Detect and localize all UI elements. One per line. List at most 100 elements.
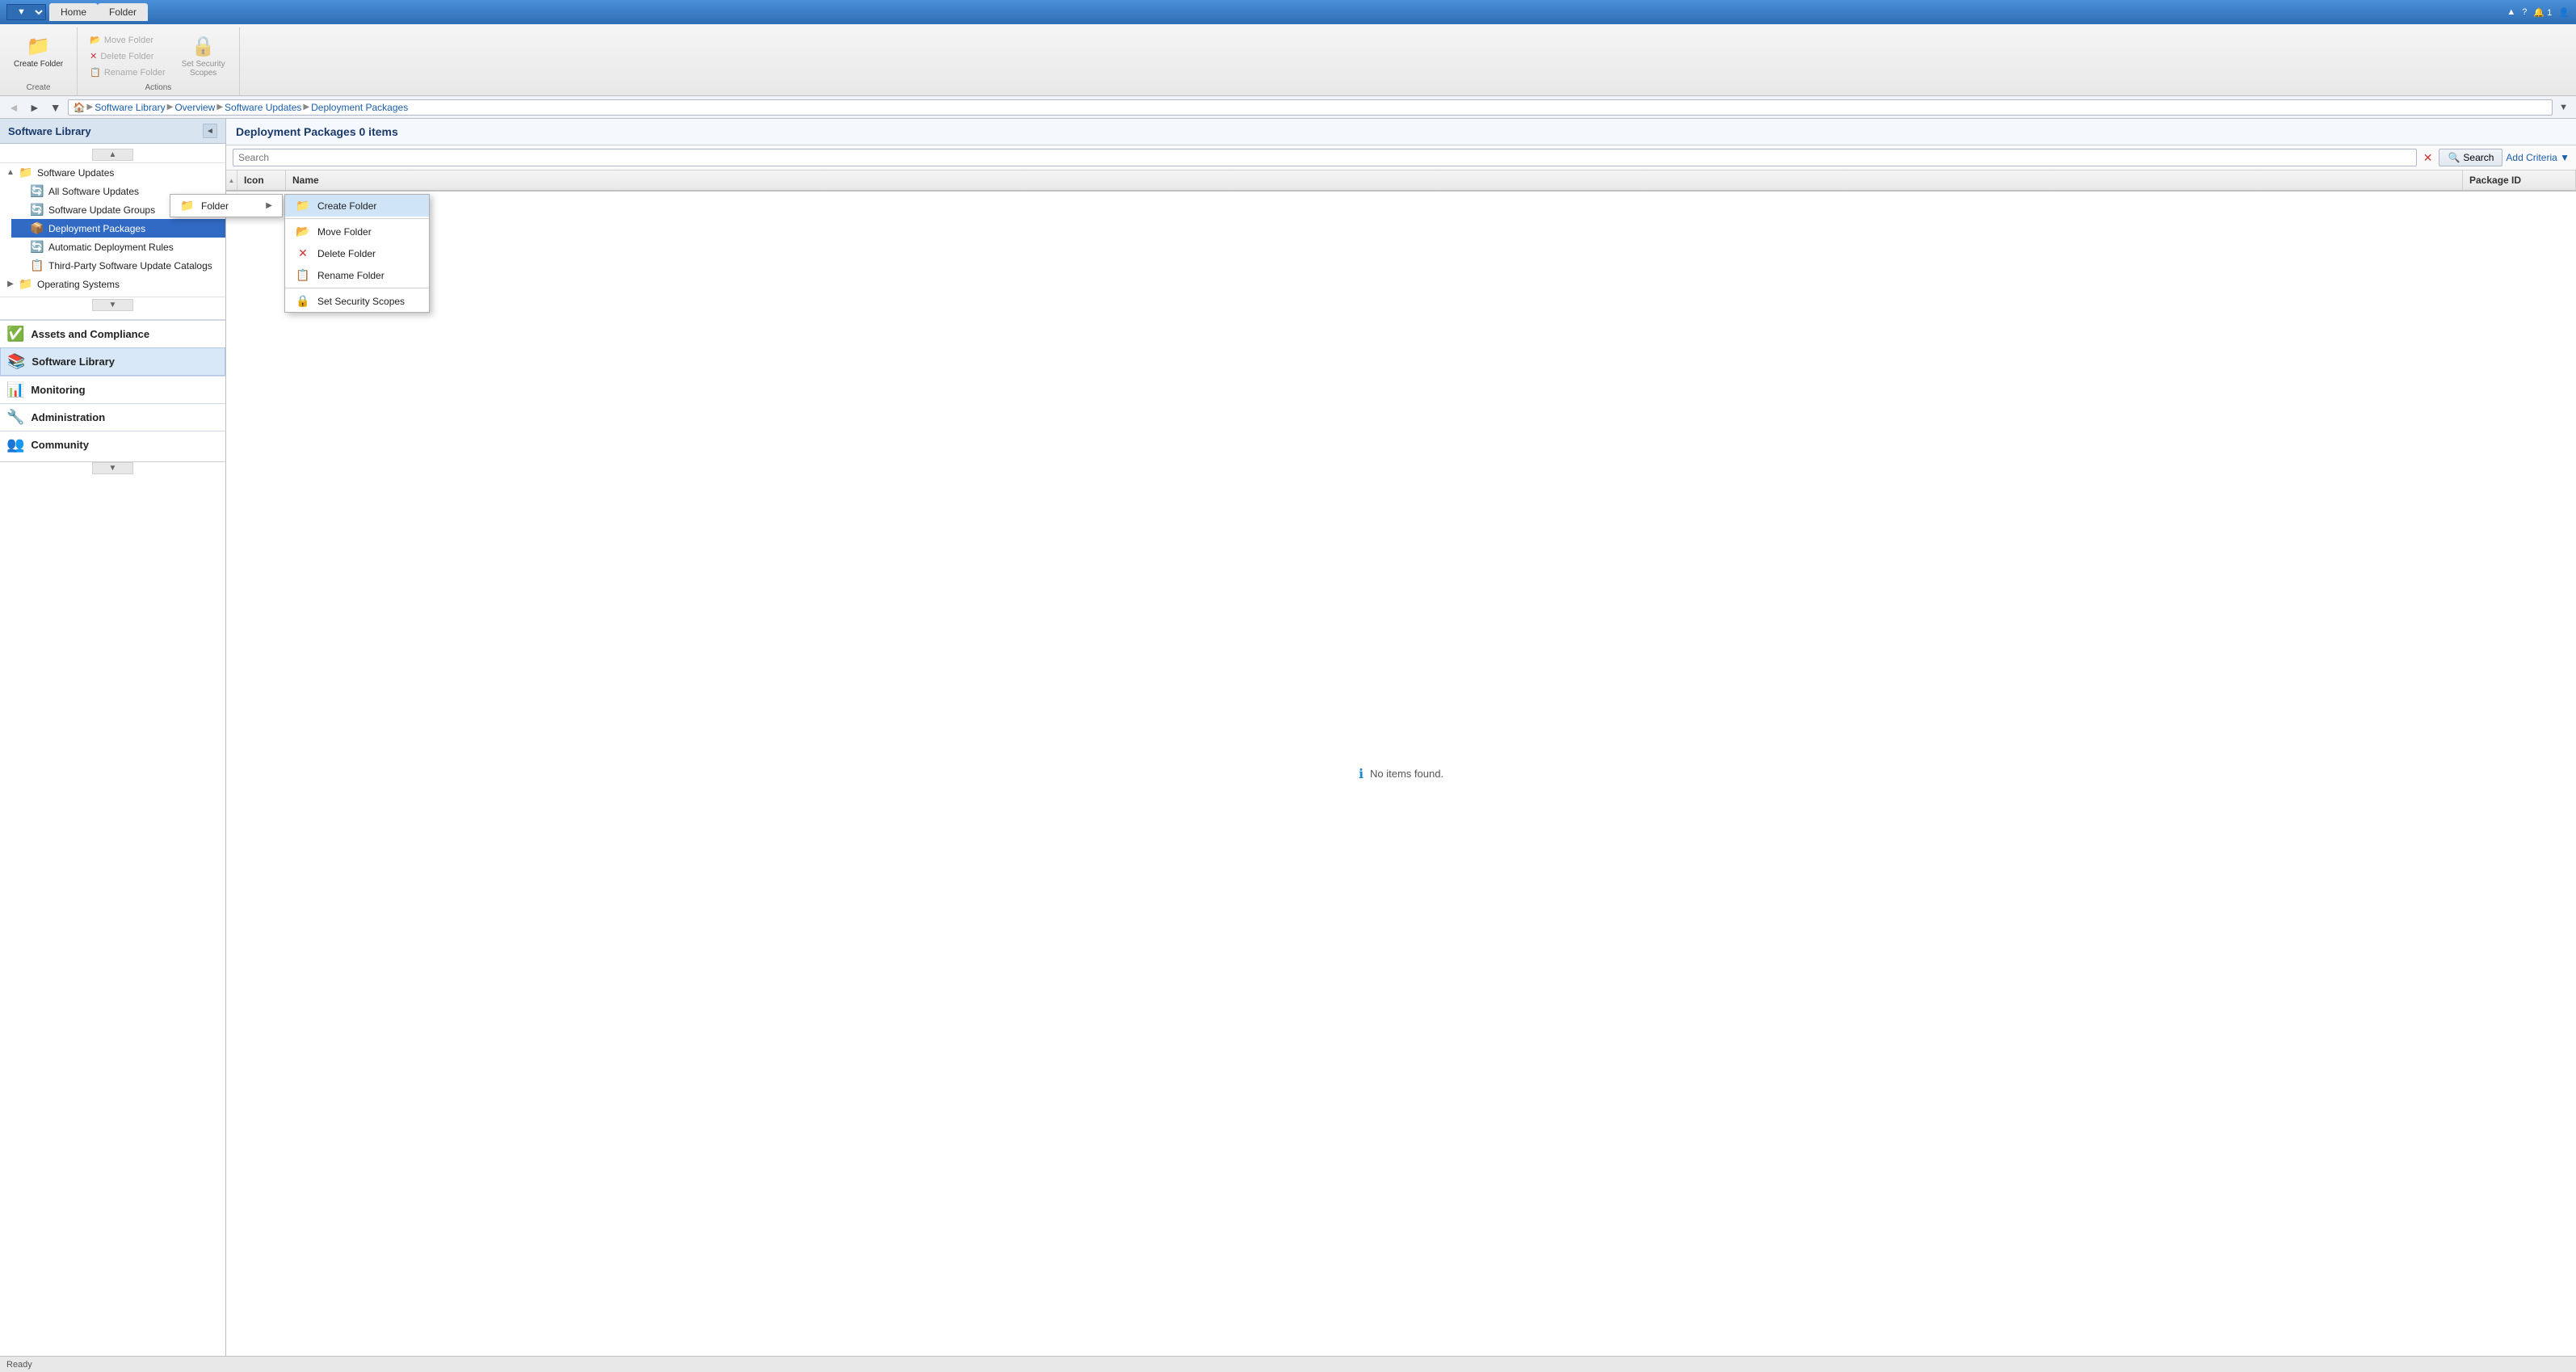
create-folder-button[interactable]: 📁 Create Folder — [6, 31, 70, 73]
administration-nav-icon: 🔧 — [6, 409, 24, 426]
rename-folder-ribbon-button[interactable]: 📋 Rename Folder — [84, 65, 171, 80]
sidebar-nav-monitoring[interactable]: 📊 Monitoring — [0, 376, 225, 403]
context-menu-folder[interactable]: 📁 Folder ▶ — [170, 195, 282, 217]
tab-home[interactable]: Home — [49, 3, 98, 21]
sidebar-item-automatic-deployment-rules[interactable]: 🔄 Automatic Deployment Rules — [11, 238, 225, 256]
update-groups-icon: 🔄 — [29, 203, 45, 217]
breadcrumb-expand-button[interactable]: ▼ — [2556, 101, 2571, 114]
deployment-packages-icon: 📦 — [29, 221, 45, 235]
tree-scroll-down[interactable]: ▼ — [92, 299, 134, 311]
sidebar-item-third-party-catalogs[interactable]: 📋 Third-Party Software Update Catalogs — [11, 256, 225, 275]
sidebar-nav-administration-label: Administration — [31, 411, 105, 423]
sidebar-nav-monitoring-label: Monitoring — [31, 384, 85, 396]
sidebar-label-third-party-catalogs: Third-Party Software Update Catalogs — [48, 260, 212, 271]
sidebar-item-deployment-packages[interactable]: 📦 Deployment Packages — [11, 219, 225, 238]
monitoring-nav-icon: 📊 — [6, 381, 24, 398]
sidebar-label-deployment-packages: Deployment Packages — [48, 223, 145, 234]
third-party-icon: 📋 — [29, 259, 45, 272]
forward-button[interactable]: ► — [26, 99, 44, 116]
address-dropdown-button[interactable]: ▼ — [47, 99, 65, 116]
set-security-label: Set SecurityScopes — [182, 60, 225, 78]
create-folder-label: Create Folder — [14, 60, 63, 69]
move-folder-ribbon-icon: 📂 — [90, 35, 101, 45]
name-col-label: Name — [292, 175, 319, 186]
breadcrumb-software-library[interactable]: Software Library — [95, 102, 165, 113]
sidebar-header: Software Library ◄ — [0, 119, 225, 144]
info-icon: ℹ — [1359, 766, 1364, 782]
column-header-name[interactable]: Name — [286, 170, 2463, 190]
sidebar-nav-community[interactable]: 👥 Community — [0, 431, 225, 458]
content-header: Deployment Packages 0 items — [226, 119, 2576, 145]
rename-folder-ribbon-icon: 📋 — [90, 67, 101, 78]
tree-scroll-up[interactable]: ▲ — [92, 149, 134, 161]
tree-toggle-software-updates: ▲ — [5, 168, 16, 177]
create-folder-icon: 📁 — [27, 35, 51, 58]
sidebar-nav-software-library-label: Software Library — [32, 356, 115, 368]
set-security-icon: 🔒 — [191, 35, 216, 58]
sort-indicator: ▲ — [229, 177, 235, 184]
column-header-icon[interactable]: Icon — [237, 170, 286, 190]
folder-context-icon: 📁 — [180, 199, 195, 213]
delete-folder-ribbon-icon: ✕ — [90, 51, 97, 61]
move-folder-ribbon-button[interactable]: 📂 Move Folder — [84, 32, 171, 48]
submenu-delete-folder[interactable]: ✕ Delete Folder — [285, 242, 429, 264]
sidebar-collapse-button[interactable]: ◄ — [203, 124, 217, 138]
submenu-create-folder[interactable]: 📁 Create Folder — [285, 195, 429, 217]
sidebar-nav-software-library[interactable]: 📚 Software Library — [0, 347, 225, 376]
sidebar-nav-assets[interactable]: ✅ Assets and Compliance — [0, 320, 225, 347]
breadcrumb-deployment-packages[interactable]: Deployment Packages — [311, 102, 408, 113]
pkgid-col-label: Package ID — [2469, 175, 2521, 186]
breadcrumb-overview[interactable]: Overview — [174, 102, 215, 113]
delete-folder-sm-icon: ✕ — [295, 246, 311, 260]
software-library-nav-icon: 📚 — [7, 353, 25, 370]
submenu-move-folder[interactable]: 📂 Move Folder — [285, 221, 429, 242]
sidebar: Software Library ◄ ▲ ▲ 📁 Software Update… — [0, 119, 226, 1356]
search-button-label: Search — [2463, 152, 2494, 163]
submenu: 📁 Create Folder 📂 Move Folder ✕ Delete F… — [284, 194, 430, 313]
sidebar-nav-assets-label: Assets and Compliance — [31, 328, 149, 340]
status-bar: Ready — [0, 1356, 2576, 1372]
submenu-set-security[interactable]: 🔒 Set Security Scopes — [285, 290, 429, 312]
back-button[interactable]: ◄ — [5, 99, 23, 116]
submenu-rename-folder[interactable]: 📋 Rename Folder — [285, 264, 429, 286]
tree-toggle-operating-systems: ▶ — [5, 280, 16, 288]
sidebar-label-automatic-deployment-rules: Automatic Deployment Rules — [48, 242, 174, 253]
content-area: Deployment Packages 0 items ✕ 🔍 Search A… — [226, 119, 2576, 1356]
notification-icon[interactable]: 🔔 1 — [2533, 7, 2552, 18]
column-header-package-id[interactable]: Package ID — [2463, 170, 2576, 190]
tab-folder[interactable]: Folder — [98, 3, 148, 21]
user-icon[interactable]: 👤 — [2558, 7, 2570, 18]
context-menu-folder-label: Folder — [201, 200, 229, 212]
rename-folder-sm-icon: 📋 — [295, 268, 311, 282]
context-menu-arrow: ▶ — [266, 201, 272, 210]
sidebar-tree: ▲ ▲ 📁 Software Updates 🔄 All Software Up… — [0, 144, 225, 1356]
search-input[interactable] — [233, 149, 2417, 166]
set-security-scopes-button[interactable]: 🔒 Set SecurityScopes — [174, 31, 233, 82]
search-clear-button[interactable]: ✕ — [2420, 149, 2436, 166]
nav-scroll-down[interactable]: ▼ — [92, 462, 134, 474]
submenu-delete-folder-label: Delete Folder — [317, 248, 376, 259]
delete-folder-ribbon-button[interactable]: ✕ Delete Folder — [84, 48, 171, 64]
all-updates-icon: 🔄 — [29, 184, 45, 198]
help-icon[interactable]: ? — [2522, 7, 2527, 17]
search-button[interactable]: 🔍 Search — [2439, 149, 2502, 166]
submenu-move-folder-label: Move Folder — [317, 226, 372, 238]
submenu-separator-1 — [285, 218, 429, 219]
move-folder-ribbon-label: Move Folder — [104, 36, 153, 45]
sidebar-label-operating-systems: Operating Systems — [37, 279, 120, 290]
sidebar-item-operating-systems[interactable]: ▶ 📁 Operating Systems — [0, 275, 225, 293]
breadcrumb: 🏠 ▶ Software Library ▶ Overview ▶ Softwa… — [68, 99, 2553, 116]
sidebar-nav-administration[interactable]: 🔧 Administration — [0, 403, 225, 431]
software-updates-folder-icon: 📁 — [18, 166, 34, 179]
ribbon: 📁 Create Folder Create 📂 Move Folder ✕ D… — [0, 24, 2576, 96]
sidebar-item-software-updates[interactable]: ▲ 📁 Software Updates — [0, 163, 225, 182]
search-icon: 🔍 — [2448, 152, 2460, 163]
add-criteria-button[interactable]: Add Criteria ▼ — [2506, 152, 2570, 163]
title-bar-right: ▲ ? 🔔 1 👤 — [2507, 7, 2570, 18]
icon-col-label: Icon — [244, 175, 264, 186]
title-bar: ▼ Home Folder ▲ ? 🔔 1 👤 — [0, 0, 2576, 24]
app-menu-dropdown[interactable]: ▼ — [6, 4, 46, 20]
auto-deployment-icon: 🔄 — [29, 240, 45, 254]
submenu-create-folder-label: Create Folder — [317, 200, 376, 212]
breadcrumb-software-updates[interactable]: Software Updates — [225, 102, 301, 113]
